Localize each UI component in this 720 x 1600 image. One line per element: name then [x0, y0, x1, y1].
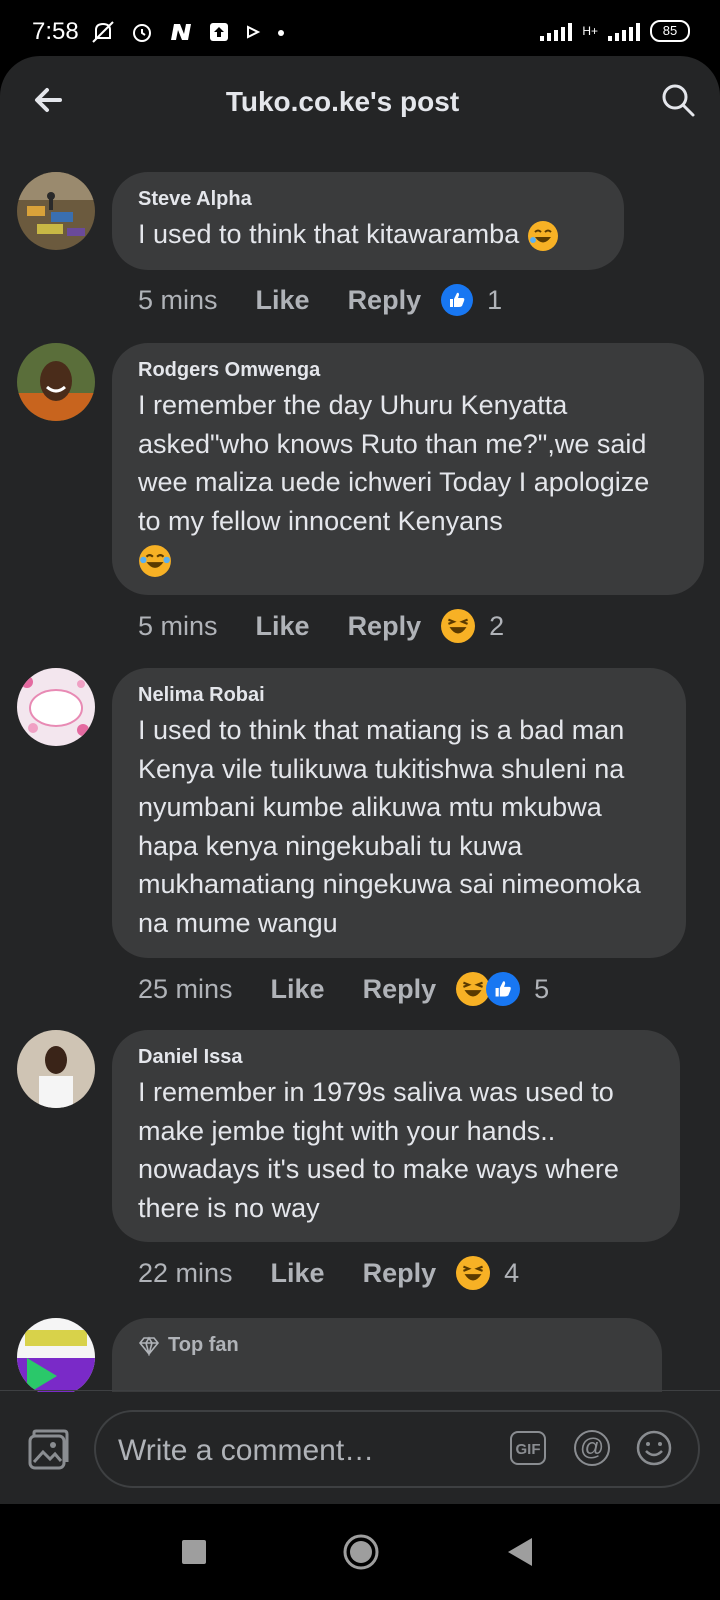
like-reaction-icon[interactable] — [486, 972, 521, 1006]
comment-author[interactable]: Rodgers Omwenga — [138, 359, 678, 382]
like-button[interactable]: Like — [256, 285, 310, 316]
reply-button[interactable]: Reply — [348, 611, 422, 642]
signal-icon-2 — [608, 21, 640, 41]
haha-reaction-icon[interactable] — [456, 972, 491, 1006]
haha-reaction-icon[interactable] — [441, 609, 476, 643]
like-reaction-icon[interactable] — [441, 284, 474, 316]
comment-text: I used to think that matiang is a bad ma… — [138, 715, 641, 938]
status-right: H+ 85 — [540, 20, 690, 42]
signal-icon — [540, 21, 573, 41]
emoji-icon[interactable] — [636, 1430, 672, 1466]
comment-time[interactable]: 25 mins — [138, 974, 233, 1005]
status-bar: 7:58 H+ 85 — [0, 0, 720, 62]
play-icon — [247, 25, 261, 39]
comment-text: I used to think that kitawaramba — [138, 215, 598, 254]
comment-author[interactable]: Steve Alpha — [138, 188, 598, 211]
like-button[interactable]: Like — [271, 974, 325, 1005]
avatar[interactable] — [17, 668, 95, 746]
comment-time[interactable]: 5 mins — [138, 611, 218, 642]
comment-text: I remember in 1979s saliva was used to m… — [138, 1077, 619, 1223]
mute-icon — [92, 21, 114, 43]
comment-meta: 5 mins Like Reply 1 — [138, 284, 502, 316]
comment-text: I remember the day Uhuru Kenyatta asked"… — [138, 386, 678, 579]
comment-input[interactable]: Write a comment… GIF @ — [94, 1410, 700, 1488]
comment-time[interactable]: 22 mins — [138, 1258, 233, 1289]
rofl-emoji-icon — [527, 220, 558, 251]
top-fan-label: Top fan — [168, 1334, 239, 1356]
avatar[interactable] — [17, 343, 95, 421]
comment-meta: 5 mins Like Reply 2 — [138, 609, 504, 643]
tears-of-joy-emoji-icon — [139, 544, 171, 577]
diamond-icon — [138, 1335, 160, 1356]
reaction-count[interactable]: 5 — [534, 974, 549, 1005]
reply-button[interactable]: Reply — [348, 285, 422, 316]
comment-author[interactable]: Daniel Issa — [138, 1046, 654, 1069]
app-n-icon — [171, 24, 191, 40]
comment-composer: Write a comment… GIF @ — [0, 1392, 720, 1504]
search-icon[interactable] — [658, 80, 698, 120]
reply-button[interactable]: Reply — [363, 974, 437, 1005]
gif-button[interactable]: GIF — [510, 1431, 546, 1465]
top-fan-badge: Top fan — [138, 1334, 636, 1357]
reaction-count[interactable]: 2 — [489, 611, 504, 642]
battery-icon: 85 — [650, 20, 690, 42]
status-icons — [90, 20, 286, 44]
comment-meta: 22 mins Like Reply 4 — [138, 1256, 519, 1290]
avatar[interactable] — [17, 1030, 95, 1108]
reply-button[interactable]: Reply — [363, 1258, 437, 1289]
dot-icon — [278, 30, 284, 36]
reaction-count[interactable]: 4 — [504, 1258, 519, 1289]
status-time: 7:58 — [32, 18, 79, 45]
page-title: Tuko.co.ke's post — [225, 86, 460, 117]
like-button[interactable]: Like — [256, 611, 310, 642]
reaction-count[interactable]: 1 — [487, 285, 502, 316]
network-type: H+ — [582, 24, 598, 38]
comment-meta: 25 mins Like Reply 5 — [138, 972, 549, 1006]
comment-author[interactable]: Nelima Robai — [138, 684, 660, 707]
comment-bubble[interactable]: Daniel Issa I remember in 1979s saliva w… — [112, 1030, 680, 1242]
header: Tuko.co.ke's post — [0, 56, 720, 148]
system-nav-bar — [0, 1504, 720, 1600]
comment-time[interactable]: 5 mins — [138, 285, 218, 316]
photo-icon[interactable] — [26, 1428, 70, 1472]
comment-placeholder: Write a comment… — [118, 1434, 375, 1467]
post-panel: Tuko.co.ke's post Steve Alpha I used to … — [0, 56, 720, 1504]
haha-reaction-icon[interactable] — [456, 1256, 491, 1290]
avatar[interactable] — [17, 1318, 95, 1396]
system-back-button[interactable] — [508, 1538, 532, 1566]
comment-bubble[interactable]: Steve Alpha I used to think that kitawar… — [112, 172, 624, 270]
recents-button[interactable] — [182, 1540, 206, 1564]
mention-button[interactable]: @ — [574, 1430, 610, 1466]
upload-icon — [210, 23, 228, 41]
composer-divider — [0, 1390, 720, 1391]
comment-bubble[interactable]: Rodgers Omwenga I remember the day Uhuru… — [112, 343, 704, 595]
avatar[interactable] — [17, 172, 95, 250]
home-button[interactable] — [343, 1534, 379, 1570]
comment-bubble[interactable]: Nelima Robai I used to think that matian… — [112, 668, 686, 958]
like-button[interactable]: Like — [271, 1258, 325, 1289]
alarm-icon — [133, 24, 151, 42]
